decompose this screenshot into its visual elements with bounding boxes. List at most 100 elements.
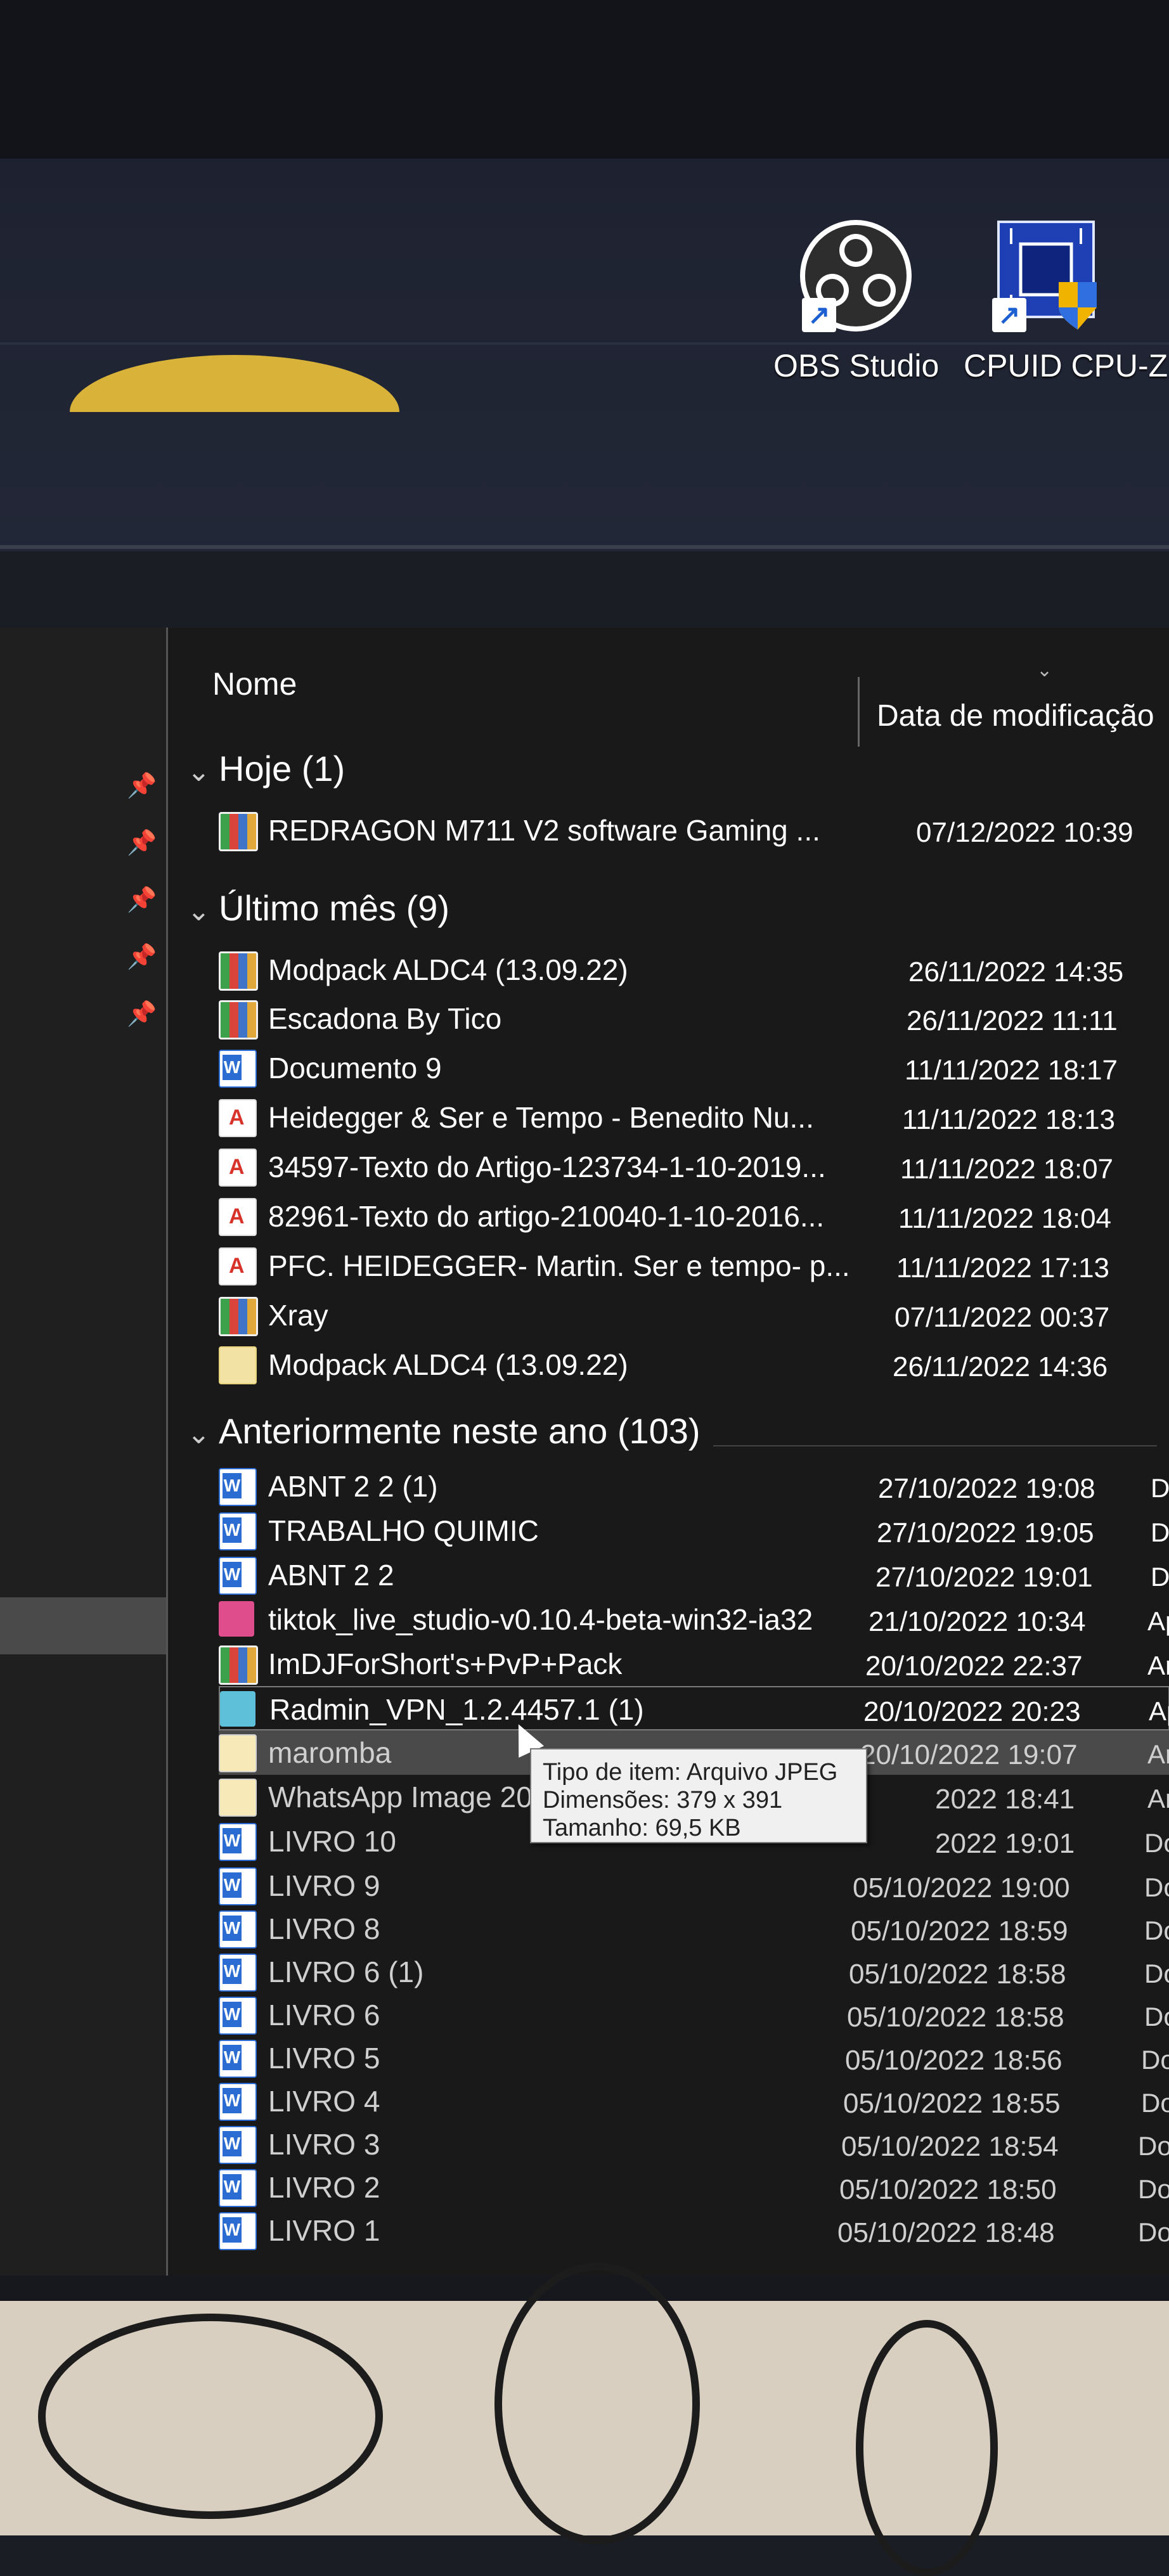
file-type: D [1151,1517,1169,1547]
desktop: ↗ OBS Studio ↗ CPUID CPU-Z [0,0,1169,551]
file-date: 26/11/2022 14:36 [893,1351,1108,1382]
file-type: Docum [1138,2217,1169,2247]
file-row[interactable]: Escadona By Tico 26/11/2022 11:11 [219,996,1169,1041]
file-type: Doc [1144,1872,1169,1902]
paper-drawing [0,2263,1169,2576]
file-name: Escadona By Tico [268,1002,502,1035]
pin-icon[interactable]: 📌 [127,1001,157,1027]
word-icon [219,1557,257,1595]
column-name-header[interactable]: Nome [212,666,297,702]
pin-icon[interactable]: 📌 [127,944,157,970]
group-label: Último mês (9) [219,888,450,928]
file-name: 34597-Texto do Artigo-123734-1-10-2019..… [268,1150,826,1183]
file-type: Docu [1141,2045,1169,2075]
file-row[interactable]: LIVRO 1 05/10/2022 18:48 Docum [219,2208,1169,2253]
file-name: Documento 9 [268,1052,442,1085]
file-row[interactable]: LIVRO 4 05/10/2022 18:55 Docum [219,2079,1169,2123]
column-date-header[interactable]: Data de modificação [877,699,1154,733]
pdf-icon [219,1149,257,1187]
pdf-icon [219,1247,257,1285]
file-row[interactable]: LIVRO 3 05/10/2022 18:54 Docum [219,2122,1169,2167]
group-label: Hoje (1) [219,749,346,789]
word-icon [219,1823,257,1861]
word-icon [219,1512,257,1550]
window-top-edge [0,545,1169,549]
file-row[interactable]: ABNT 2 2 (1) 27/10/2022 19:08 D [219,1464,1169,1509]
file-date: 05/10/2022 18:50 [839,2174,1057,2205]
file-row[interactable]: LIVRO 9 05/10/2022 19:00 Doc [219,1864,1169,1908]
sketch-stroke [38,2314,383,2519]
file-date: 11/11/2022 18:13 [902,1104,1116,1135]
cpuz-shortcut[interactable]: ↗ CPUID CPU-Z [964,216,1168,384]
file-row[interactable]: Heidegger & Ser e Tempo - Benedito Nu...… [219,1095,1169,1140]
file-row[interactable]: LIVRO 8 05/10/2022 18:59 Docu [219,1907,1169,1951]
file-date: 05/10/2022 18:59 [851,1916,1068,1947]
file-date: 27/10/2022 19:08 [878,1473,1095,1504]
file-explorer-window: 📌 📌 📌 📌 📌 Nome ⌄ Data de modificação ⌄ Ho… [0,628,1169,2276]
nav-selected-item[interactable] [0,1597,166,1654]
file-date: 05/10/2022 18:56 [845,2045,1062,2076]
file-row[interactable]: Modpack ALDC4 (13.09.22) 26/11/2022 14:3… [219,1343,1169,1387]
column-separator[interactable] [858,677,860,747]
screen-bezel [0,0,1169,158]
pin-icon[interactable]: 📌 [127,887,157,913]
group-label: Anteriormente neste ano (103) [219,1411,701,1451]
file-row[interactable]: ImDJForShort's+PvP+Pack 20/10/2022 22:37… [219,1642,1169,1686]
pin-icon[interactable]: 📌 [127,773,157,799]
word-icon [219,1997,257,2035]
file-name: Modpack ALDC4 (13.09.22) [268,1348,628,1381]
file-date: 20/10/2022 22:37 [865,1651,1083,1682]
file-row[interactable]: LIVRO 2 05/10/2022 18:50 Docum [219,2165,1169,2210]
file-row[interactable]: LIVRO 5 05/10/2022 18:56 Docu [219,2036,1169,2080]
file-date: 07/12/2022 10:39 [916,817,1133,848]
file-name: LIVRO 6 [268,1999,380,2032]
sketch-stroke [494,2263,700,2544]
word-icon [219,2083,257,2121]
group-header-earlier-this-year[interactable]: ⌄ Anteriormente neste ano (103) [187,1410,701,1452]
image-icon [219,1734,257,1772]
shortcut-arrow-icon: ↗ [802,298,836,332]
group-header-last-month[interactable]: ⌄ Último mês (9) [187,887,449,929]
file-name: TRABALHO QUIMIC [268,1514,539,1547]
column-header: Nome ⌄ Data de modificação [168,628,1169,747]
group-header-today[interactable]: ⌄ Hoje (1) [187,748,345,789]
file-type: Docu [1144,1916,1169,1945]
winrar-icon [219,951,258,991]
file-name: LIVRO 6 (1) [268,1955,424,1988]
file-row[interactable]: Documento 9 11/11/2022 18:17 [219,1046,1169,1090]
file-row[interactable]: LIVRO 6 05/10/2022 18:58 Docu [219,1993,1169,2037]
file-row[interactable]: 34597-Texto do Artigo-123734-1-10-2019..… [219,1145,1169,1189]
shortcut-label: CPUID CPU-Z [964,348,1168,383]
pin-icon[interactable]: 📌 [127,830,157,856]
file-row[interactable]: LIVRO 6 (1) 05/10/2022 18:58 Docu [219,1950,1169,1994]
file-type: Docum [1138,2131,1169,2161]
file-row[interactable]: tiktok_live_studio-v0.10.4-beta-win32-ia… [219,1597,1169,1642]
file-name: PFC. HEIDEGGER- Martin. Ser e tempo- p..… [268,1249,850,1282]
sketch-stroke [856,2320,998,2576]
file-type: Docu [1144,1959,1169,1988]
obs-studio-shortcut[interactable]: ↗ OBS Studio [773,216,939,384]
file-name: Modpack ALDC4 (13.09.22) [268,953,628,986]
file-name: LIVRO 2 [268,2171,380,2204]
file-row[interactable]: Modpack ALDC4 (13.09.22) 26/11/2022 14:3… [219,948,1169,992]
file-row[interactable]: PFC. HEIDEGGER- Martin. Ser e tempo- p..… [219,1244,1169,1288]
file-type: Arq [1147,1784,1169,1813]
file-date: 27/10/2022 19:01 [875,1562,1093,1593]
file-list: Nome ⌄ Data de modificação ⌄ Hoje (1) RED… [166,628,1169,2276]
group-divider [713,1445,1157,1446]
word-icon [219,1954,257,1992]
file-name: LIVRO 8 [268,1912,380,1945]
file-row-selected[interactable]: Radmin_VPN_1.2.4457.1 (1) 20/10/2022 20:… [219,1686,1169,1730]
word-icon [219,1468,257,1506]
file-date: 27/10/2022 19:05 [877,1517,1094,1549]
navigation-pane: 📌 📌 📌 📌 📌 [0,628,166,2276]
file-row[interactable]: TRABALHO QUIMIC 27/10/2022 19:05 D [219,1509,1169,1553]
word-icon [219,1867,257,1905]
pdf-icon [219,1198,257,1236]
file-date: 05/10/2022 19:00 [853,1872,1070,1903]
file-row[interactable]: ABNT 2 2 27/10/2022 19:01 D [219,1553,1169,1597]
file-row[interactable]: 82961-Texto do artigo-210040-1-10-2016..… [219,1194,1169,1239]
file-row[interactable]: REDRAGON M711 V2 software Gaming ... 07/… [219,808,1169,853]
file-row[interactable]: Xray 07/11/2022 00:37 [219,1293,1169,1337]
file-date: 20/10/2022 19:07 [860,1739,1078,1770]
